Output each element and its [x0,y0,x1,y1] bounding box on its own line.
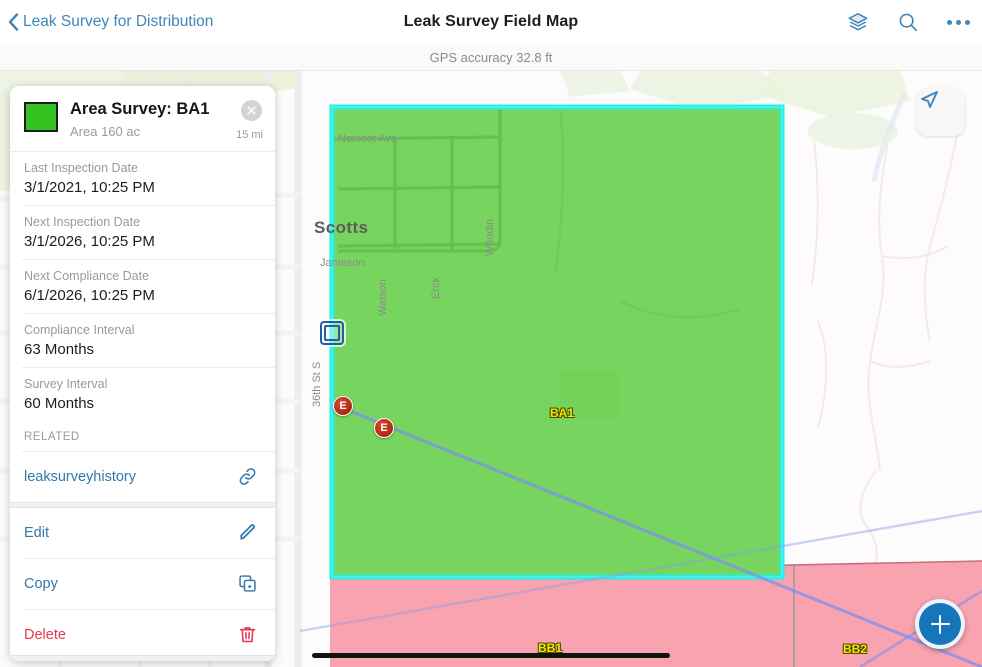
page-title: Leak Survey Field Map [403,13,579,30]
selected-vertex-handle[interactable] [320,321,344,345]
gps-accuracy-bar: GPS accuracy 32.8 ft [0,44,982,71]
field-value: 60 Months [24,394,95,412]
home-indicator [312,653,670,658]
related-item-leaksurveyhistory[interactable]: leaksurveyhistory [10,452,275,502]
field-label: Survey Interval [24,376,108,391]
field-survey-interval: Survey Interval 60 Months [10,368,275,421]
leak-marker-e-1[interactable]: E [333,396,353,416]
popup-subtitle: Area 160 ac [70,123,141,139]
related-section-header: RELATED [24,430,80,443]
field-next-inspection-date: Next Inspection Date 3/1/2026, 10:25 PM [10,206,275,259]
feature-symbol-swatch [24,102,58,132]
field-value: 63 Months [24,340,95,358]
leak-marker-e-2[interactable]: E [374,418,394,438]
popup-title: Area Survey: BA1 [70,100,210,118]
edit-label: Edit [24,524,49,541]
search-icon[interactable] [896,10,920,34]
popup-distance: 15 mi [236,129,263,141]
popup-attribute-list: Last Inspection Date 3/1/2021, 10:25 PM … [10,152,275,661]
copy-label: Copy [24,575,58,592]
field-compliance-interval: Compliance Interval 63 Months [10,314,275,367]
field-value: 3/1/2021, 10:25 PM [24,178,155,196]
edit-button[interactable]: Edit [10,508,275,558]
field-label: Last Inspection Date [24,160,138,175]
popup-header: Area Survey: BA1 Area 160 ac 15 mi [10,86,275,151]
top-navigation-bar: Leak Survey for Distribution Leak Survey… [0,0,982,44]
delete-button[interactable]: Delete [10,610,275,660]
feature-detail-popup: Area Survey: BA1 Area 160 ac 15 mi Last … [10,86,275,661]
field-value: 3/1/2026, 10:25 PM [24,232,155,250]
gps-accuracy-text: GPS accuracy 32.8 ft [429,49,553,65]
delete-label: Delete [24,626,66,643]
layers-icon[interactable] [846,10,870,34]
close-icon[interactable] [241,100,262,121]
field-last-inspection-date: Last Inspection Date 3/1/2021, 10:25 PM [10,152,275,205]
pencil-icon [235,521,259,545]
panel-bottom-divider [10,655,275,661]
field-label: Next Compliance Date [24,268,150,283]
current-location-button[interactable] [917,88,965,136]
trash-icon [235,623,259,647]
field-label: Compliance Interval [24,322,135,337]
link-icon [235,465,259,489]
leak-survey-field-map-screen: Norscot Ave Scotts Jameson Watson Erck W… [0,0,982,667]
add-feature-button[interactable] [915,599,965,649]
field-label: Next Inspection Date [24,214,141,229]
field-next-compliance-date: Next Compliance Date 6/1/2026, 10:25 PM [10,260,275,313]
more-horizontal-icon[interactable] [946,10,970,34]
field-value: 6/1/2026, 10:25 PM [24,286,155,304]
copy-icon [235,572,259,596]
nav-actions [846,0,970,44]
related-item-label: leaksurveyhistory [24,468,137,485]
copy-button[interactable]: Copy [10,559,275,609]
